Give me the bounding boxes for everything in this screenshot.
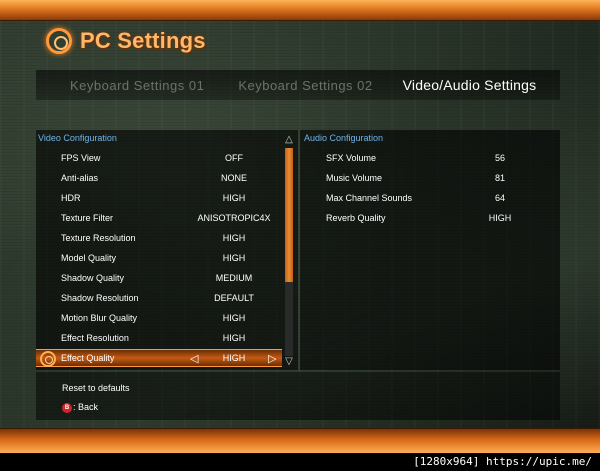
video-setting-row[interactable]: FPS View OFF xyxy=(36,149,282,167)
setting-label: Max Channel Sounds xyxy=(326,193,413,203)
audio-configuration-header: Audio Configuration xyxy=(304,133,384,143)
setting-label: FPS View xyxy=(61,153,101,163)
setting-label: HDR xyxy=(61,193,81,203)
settings-screen: PC Settings Keyboard Settings 01 Keyboar… xyxy=(0,0,600,453)
bottom-border-bar xyxy=(0,428,600,453)
setting-label: Model Quality xyxy=(61,253,117,263)
arrow-left-icon[interactable]: ◁ xyxy=(190,352,198,365)
setting-label: Texture Filter xyxy=(61,213,114,223)
video-setting-row[interactable]: Effect Quality HIGH ◁ ▷ xyxy=(36,349,282,367)
footer-panel: Reset to defaults B: Back xyxy=(36,372,560,420)
setting-label: Effect Resolution xyxy=(61,333,129,343)
video-setting-row[interactable]: Texture Resolution HIGH xyxy=(36,229,282,247)
setting-label: Music Volume xyxy=(326,173,383,183)
setting-value: 64 xyxy=(494,193,505,203)
audio-setting-row[interactable]: Music Volume 81 xyxy=(300,169,560,187)
setting-label: Effect Quality xyxy=(61,353,115,363)
scroll-down-icon[interactable]: ▽ xyxy=(283,356,295,368)
scroll-thumb[interactable] xyxy=(285,148,293,282)
setting-value: HIGH xyxy=(222,233,246,243)
video-setting-row[interactable]: Model Quality HIGH xyxy=(36,249,282,267)
setting-value: 81 xyxy=(494,173,505,183)
setting-label: Reverb Quality xyxy=(326,213,386,223)
back-label: : Back xyxy=(73,402,99,412)
setting-value: ANISOTROPIC4X xyxy=(197,213,271,223)
video-setting-row[interactable]: Texture Filter ANISOTROPIC4X xyxy=(36,209,282,227)
setting-value: HIGH xyxy=(222,253,246,263)
back-button[interactable]: B: Back xyxy=(62,402,98,413)
setting-label: Shadow Quality xyxy=(61,273,125,283)
video-configuration-header: Video Configuration xyxy=(38,133,117,143)
selection-target-icon xyxy=(40,351,56,367)
video-setting-row[interactable]: Shadow Quality MEDIUM xyxy=(36,269,282,287)
setting-value: OFF xyxy=(225,153,243,163)
audio-setting-row[interactable]: Max Channel Sounds 64 xyxy=(300,189,560,207)
video-setting-row[interactable]: Motion Blur Quality HIGH xyxy=(36,309,282,327)
scroll-up-icon[interactable]: △ xyxy=(283,134,295,146)
setting-value: HIGH xyxy=(222,193,246,203)
setting-value: DEFAULT xyxy=(214,293,254,303)
top-border-bar xyxy=(0,0,600,21)
setting-label: Texture Resolution xyxy=(61,233,136,243)
setting-label: Anti-alias xyxy=(61,173,99,183)
setting-value: HIGH xyxy=(222,313,246,323)
setting-value: MEDIUM xyxy=(215,273,253,283)
audio-setting-row[interactable]: Reverb Quality HIGH xyxy=(300,209,560,227)
reset-to-defaults-button[interactable]: Reset to defaults xyxy=(62,383,130,393)
setting-value: HIGH xyxy=(488,213,512,223)
arrow-right-icon[interactable]: ▷ xyxy=(268,352,276,365)
tab-keyboard-settings-02[interactable]: Keyboard Settings 02 xyxy=(204,78,372,93)
video-scrollbar[interactable]: △ ▽ xyxy=(282,134,296,370)
tab-video-audio-settings[interactable]: Video/Audio Settings xyxy=(373,77,537,93)
setting-label: Motion Blur Quality xyxy=(61,313,138,323)
target-icon xyxy=(46,28,72,54)
audio-setting-row[interactable]: SFX Volume 56 xyxy=(300,149,560,167)
page-title: PC Settings xyxy=(80,28,206,53)
video-setting-row[interactable]: Shadow Resolution DEFAULT xyxy=(36,289,282,307)
image-caption: [1280x964] https://upic.me/ xyxy=(0,453,600,471)
setting-value: HIGH xyxy=(222,333,246,343)
setting-label: Shadow Resolution xyxy=(61,293,139,303)
video-setting-row[interactable]: Anti-alias NONE xyxy=(36,169,282,187)
video-setting-row[interactable]: Effect Resolution HIGH xyxy=(36,329,282,347)
setting-value: NONE xyxy=(220,173,247,183)
video-setting-row[interactable]: HDR HIGH xyxy=(36,189,282,207)
setting-value: 56 xyxy=(494,153,505,163)
title-area: PC Settings xyxy=(46,28,206,54)
tab-bar: Keyboard Settings 01 Keyboard Settings 0… xyxy=(36,70,560,100)
b-button-icon: B xyxy=(62,402,72,413)
setting-label: SFX Volume xyxy=(326,153,377,163)
tab-keyboard-settings-01[interactable]: Keyboard Settings 01 xyxy=(36,78,204,93)
